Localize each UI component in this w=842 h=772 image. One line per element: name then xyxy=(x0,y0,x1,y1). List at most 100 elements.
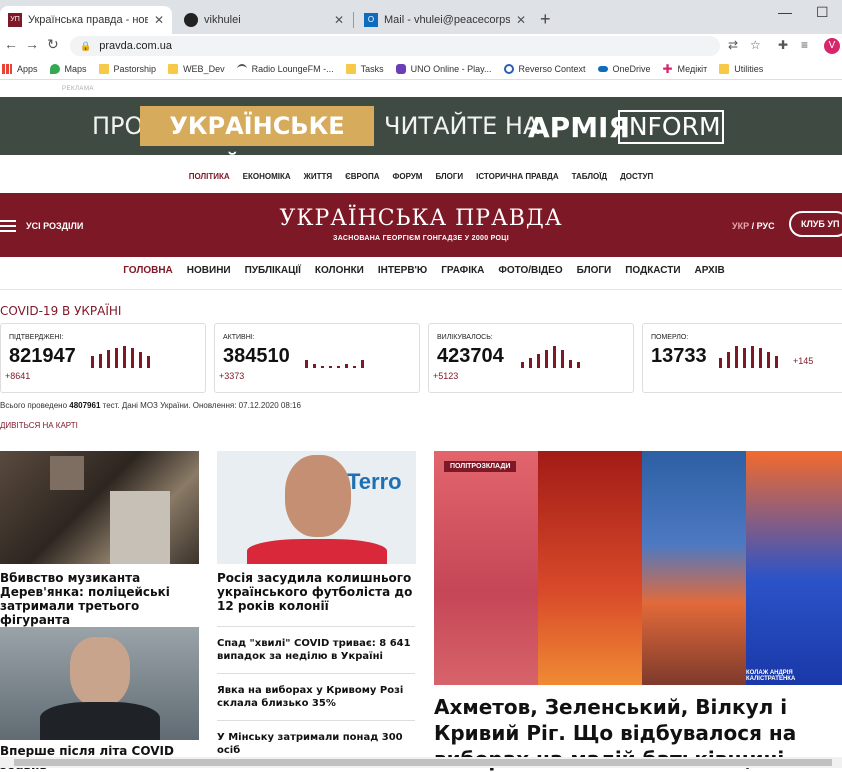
covid-card-deaths: ПОМЕРЛО: 13733 +145 xyxy=(642,323,842,393)
minimize-icon[interactable]: — xyxy=(778,4,792,20)
covid-card-recovered: ВИЛІКУВАЛОСЬ: 423704 +5123 xyxy=(428,323,634,393)
new-tab-icon[interactable]: + xyxy=(540,9,551,30)
site-logo[interactable]: УКРАЇНСЬКА ПРАВДА xyxy=(0,206,842,231)
maximize-icon[interactable]: ☐ xyxy=(816,4,829,21)
apps-grid-icon xyxy=(2,63,12,74)
person-shirt xyxy=(247,539,387,564)
covid-map-link[interactable]: ДИВІТЬСЯ НА КАРТІ xyxy=(0,421,78,430)
bookmark-medkit[interactable]: ✚ Медікіт xyxy=(662,61,708,76)
top-navigation: ПОЛІТИКА ЕКОНОМІКА ЖИТТЯ ЄВРОПА ФОРУМ БЛ… xyxy=(0,172,842,188)
card-delta: +145 xyxy=(793,356,814,366)
mainnav-item[interactable]: АРХІВ xyxy=(695,265,725,281)
back-icon[interactable]: ← xyxy=(4,36,18,52)
bookmark-utilities[interactable]: Utilities xyxy=(719,63,764,74)
uno-icon xyxy=(395,63,406,74)
folder-icon xyxy=(719,63,730,74)
scrollbar-thumb[interactable] xyxy=(14,759,832,766)
onedrive-icon xyxy=(597,65,608,72)
close-tab-icon[interactable]: ✕ xyxy=(516,13,526,27)
person-face xyxy=(285,455,351,537)
divider xyxy=(0,289,842,290)
sparkline xyxy=(91,346,150,368)
sparkline xyxy=(305,346,364,368)
bookmark-tasks[interactable]: Tasks xyxy=(345,63,384,74)
profile-avatar[interactable]: V xyxy=(824,38,840,54)
card-value: 821947 xyxy=(9,345,76,367)
feature-collage-image[interactable] xyxy=(434,451,842,685)
topnav-item[interactable]: ЄВРОПА xyxy=(345,172,379,188)
bookmark-radio[interactable]: Radio LoungeFM -... xyxy=(236,63,334,74)
lang-ukr[interactable]: УКР xyxy=(732,221,749,231)
ad-banner[interactable]: ПРО УКРАЇНСЬКЕ ВІЙСЬКО ЧИТАЙТЕ НА АРМІЯ … xyxy=(0,97,842,180)
tab-title: Українська правда - новини онлайн xyxy=(28,14,148,26)
covid-card-active: АКТИВНІ: 384510 +3373 xyxy=(214,323,420,393)
article-image-police[interactable] xyxy=(0,451,199,564)
reading-list-icon[interactable]: ≡ xyxy=(801,38,808,52)
topnav-item[interactable]: БЛОГИ xyxy=(435,172,463,188)
collage-panel-1 xyxy=(434,451,538,685)
tab-pravda[interactable]: УП Українська правда - новини онлайн ✕ xyxy=(0,6,172,34)
topnav-item[interactable]: ФОРУМ xyxy=(393,172,423,188)
topnav-item[interactable]: ІСТОРИЧНА ПРАВДА xyxy=(476,172,559,188)
mainnav-item[interactable]: БЛОГИ xyxy=(577,265,612,281)
person-face xyxy=(70,637,130,707)
mainnav-item[interactable]: НОВИНИ xyxy=(187,265,231,281)
mainnav-item[interactable]: ФОТО/ВІДЕО xyxy=(498,265,562,281)
topnav-item[interactable]: ТАБЛОЇД xyxy=(572,172,607,188)
topnav-item[interactable]: ДОСТУП xyxy=(620,172,653,188)
article-title-minsk[interactable]: У Мінську затримали понад 300 осіб xyxy=(217,731,415,757)
close-tab-icon[interactable]: ✕ xyxy=(334,13,344,27)
browser-toolbar: ← → ↻ 🔒 pravda.com.ua ⇄ ☆ ✚ ≡ V xyxy=(0,34,842,58)
extensions-icon[interactable]: ✚ xyxy=(778,38,788,52)
folder-icon xyxy=(98,63,109,74)
club-button[interactable]: КЛУБ УП xyxy=(789,211,842,237)
article-title-footballer[interactable]: Росія засудила колишнього українського ф… xyxy=(217,571,416,613)
reload-icon[interactable]: ↻ xyxy=(47,36,59,53)
close-tab-icon[interactable]: ✕ xyxy=(154,13,164,27)
article-title-covid-wave[interactable]: Спад "хвилі" COVID триває: 8 641 випадок… xyxy=(217,637,415,663)
bookmark-label: Maps xyxy=(64,63,87,74)
bookmark-maps[interactable]: Maps xyxy=(49,63,87,74)
reverso-icon xyxy=(503,63,514,74)
tab-mail[interactable]: O Mail - vhulei@peacecorps.gov ✕ xyxy=(356,6,534,34)
mainnav-item[interactable]: КОЛОНКИ xyxy=(315,265,364,281)
bookmark-star-icon[interactable]: ☆ xyxy=(750,38,761,52)
ad-text-1: ПРО xyxy=(92,112,144,140)
mainnav-item[interactable]: ПОДКАСТИ xyxy=(625,265,680,281)
mainnav-item[interactable]: ПУБЛІКАЦІЇ xyxy=(245,265,301,281)
pravda-favicon-icon: УП xyxy=(8,13,22,27)
bookmark-onedrive[interactable]: OneDrive xyxy=(597,64,651,74)
topnav-item[interactable]: ЖИТТЯ xyxy=(304,172,332,188)
github-favicon-icon xyxy=(184,13,198,27)
bookmark-webdev[interactable]: WEB_Dev xyxy=(168,63,225,74)
divider xyxy=(217,626,415,627)
forward-icon[interactable]: → xyxy=(25,36,39,52)
lang-separator: / xyxy=(749,221,757,231)
mainnav-item[interactable]: ГРАФІКА xyxy=(441,265,484,281)
bookmark-reverso[interactable]: Reverso Context xyxy=(503,63,586,74)
bookmark-apps[interactable]: Apps xyxy=(2,63,38,74)
topnav-item[interactable]: ЕКОНОМІКА xyxy=(243,172,291,188)
bookmark-pastorship[interactable]: Pastorship xyxy=(98,63,156,74)
bookmark-label: Tasks xyxy=(360,63,384,74)
person-figure xyxy=(110,491,170,564)
ad-highlight: УКРАЇНСЬКЕ ВІЙСЬКО xyxy=(140,106,374,180)
article-title-turnout[interactable]: Явка на виборах у Кривому Розі склала бл… xyxy=(217,684,415,710)
address-bar[interactable]: 🔒 pravda.com.ua xyxy=(70,36,720,56)
tab-github[interactable]: vikhulei ✕ xyxy=(176,6,352,34)
article-title-police[interactable]: Вбивство музиканта Дерев'янка: поліцейсь… xyxy=(0,571,199,627)
article-image-footballer[interactable]: Terro xyxy=(217,451,416,564)
mainnav-item[interactable]: ІНТЕРВ'Ю xyxy=(378,265,427,281)
mainnav-item[interactable]: ГОЛОВНА xyxy=(123,265,173,281)
topnav-item[interactable]: ПОЛІТИКА xyxy=(189,172,230,188)
bookmark-label: Медікіт xyxy=(677,63,708,74)
translate-icon[interactable]: ⇄ xyxy=(728,38,738,52)
lang-rus[interactable]: РУС xyxy=(757,221,775,231)
horizontal-scrollbar[interactable] xyxy=(0,757,842,768)
category-badge[interactable]: ПОЛІТРОЗКЛАДИ xyxy=(444,461,517,472)
bookmark-label: Utilities xyxy=(734,63,764,74)
medkit-icon: ✚ xyxy=(662,61,673,76)
divider xyxy=(217,673,415,674)
article-image-minister[interactable] xyxy=(0,627,199,740)
bookmark-uno[interactable]: UNO Online - Play... xyxy=(395,63,492,74)
